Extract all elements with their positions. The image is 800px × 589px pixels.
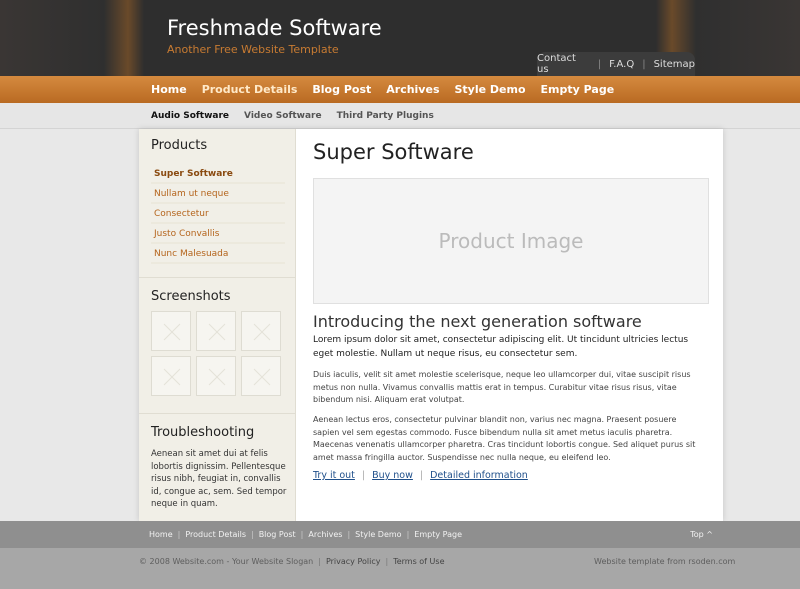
product-list: Super Software Nullam ut neque Consectet… [151, 164, 285, 264]
screenshot-thumbnail[interactable] [151, 311, 191, 351]
template-credit[interactable]: Website template from rsoden.com [594, 557, 735, 566]
main-nav: Home Product Details Blog Post Archives … [151, 76, 629, 103]
sidebar-divider [139, 413, 296, 414]
sidebar: Products Super Software Nullam ut neque … [139, 129, 296, 521]
body-paragraph-1: Duis iaculis, velit sit amet molestie sc… [313, 370, 691, 404]
troubleshooting-heading: Troubleshooting [151, 425, 255, 440]
screenshot-thumbnail[interactable] [196, 311, 236, 351]
separator: | [347, 530, 351, 539]
back-to-top-link[interactable]: Top ^ [690, 530, 713, 539]
privacy-policy-link[interactable]: Privacy Policy [326, 557, 381, 566]
product-item-nunc-malesuada[interactable]: Nunc Malesuada [151, 244, 285, 264]
screenshot-thumbnail[interactable] [151, 356, 191, 396]
footer-nav-product-details[interactable]: Product Details [185, 530, 246, 539]
intro-heading: Introducing the next generation software [313, 312, 642, 331]
site-slogan: Another Free Website Template [167, 43, 339, 56]
footer-nav-empty-page[interactable]: Empty Page [414, 530, 462, 539]
nav-item-style-demo[interactable]: Style Demo [455, 83, 526, 96]
footer-nav-style-demo[interactable]: Style Demo [355, 530, 401, 539]
copyright-bar: © 2008 Website.com - Your Website Slogan… [139, 557, 445, 566]
copyright-text: © 2008 Website.com - Your Website Slogan [139, 557, 314, 566]
subnav-item-video-software[interactable]: Video Software [244, 111, 322, 121]
troubleshooting-text: Aenean sit amet dui at felis lobortis di… [151, 449, 287, 509]
page-container: Products Super Software Nullam ut neque … [139, 129, 723, 521]
separator: | [361, 470, 366, 481]
bottom-band [0, 548, 800, 589]
separator: | [642, 58, 646, 70]
nav-item-archives[interactable]: Archives [386, 83, 439, 96]
products-heading: Products [151, 138, 208, 153]
footer-nav-blog-post[interactable]: Blog Post [259, 530, 296, 539]
nav-item-blog-post[interactable]: Blog Post [312, 83, 371, 96]
try-it-out-link[interactable]: Try it out [313, 470, 355, 481]
separator: | [318, 557, 321, 566]
separator: | [419, 470, 424, 481]
lead-paragraph: Lorem ipsum dolor sit amet, consectetur … [313, 335, 689, 359]
terms-of-use-link[interactable]: Terms of Use [393, 557, 444, 566]
product-item-consectetur[interactable]: Consectetur [151, 204, 285, 224]
nav-item-product-details[interactable]: Product Details [202, 83, 298, 96]
footer-nav-archives[interactable]: Archives [308, 530, 342, 539]
product-item-super-software[interactable]: Super Software [151, 164, 285, 184]
subnav-item-audio-software[interactable]: Audio Software [151, 111, 229, 121]
product-image-label: Product Image [438, 229, 584, 253]
footer-nav: Home | Product Details | Blog Post | Arc… [139, 521, 723, 548]
detailed-information-link[interactable]: Detailed information [430, 470, 528, 481]
subnav-item-third-party-plugins[interactable]: Third Party Plugins [337, 111, 434, 121]
nav-item-home[interactable]: Home [151, 83, 187, 96]
product-image-placeholder: Product Image [313, 178, 709, 304]
screenshot-thumbnail[interactable] [241, 356, 281, 396]
footer-nav-home[interactable]: Home [149, 530, 173, 539]
separator: | [385, 557, 389, 566]
screenshot-thumbnail[interactable] [196, 356, 236, 396]
faq-link[interactable]: F.A.Q [609, 59, 634, 70]
sitemap-link[interactable]: Sitemap [654, 59, 695, 70]
separator: | [597, 58, 602, 70]
separator: | [177, 530, 181, 539]
sub-nav: Audio Software Video Software Third Part… [151, 103, 449, 129]
site-title[interactable]: Freshmade Software [167, 16, 382, 40]
page-title: Super Software [313, 140, 474, 164]
sidebar-divider [139, 277, 296, 278]
separator: | [406, 530, 410, 539]
nav-item-empty-page[interactable]: Empty Page [541, 83, 615, 96]
product-item-justo-convallis[interactable]: Justo Convallis [151, 224, 285, 244]
contact-us-link[interactable]: Contact us [537, 53, 590, 75]
screenshot-thumbnail[interactable] [241, 311, 281, 351]
action-links: Try it out | Buy now | Detailed informat… [313, 470, 528, 481]
buy-now-link[interactable]: Buy now [372, 470, 413, 481]
product-item-nullam-ut-neque[interactable]: Nullam ut neque [151, 184, 285, 204]
body-paragraph-2: Aenean lectus eros, consectetur pulvinar… [313, 415, 696, 462]
separator: | [300, 530, 304, 539]
screenshots-heading: Screenshots [151, 289, 231, 304]
separator: | [250, 530, 254, 539]
top-links: Contact us | F.A.Q | Sitemap [537, 52, 695, 76]
